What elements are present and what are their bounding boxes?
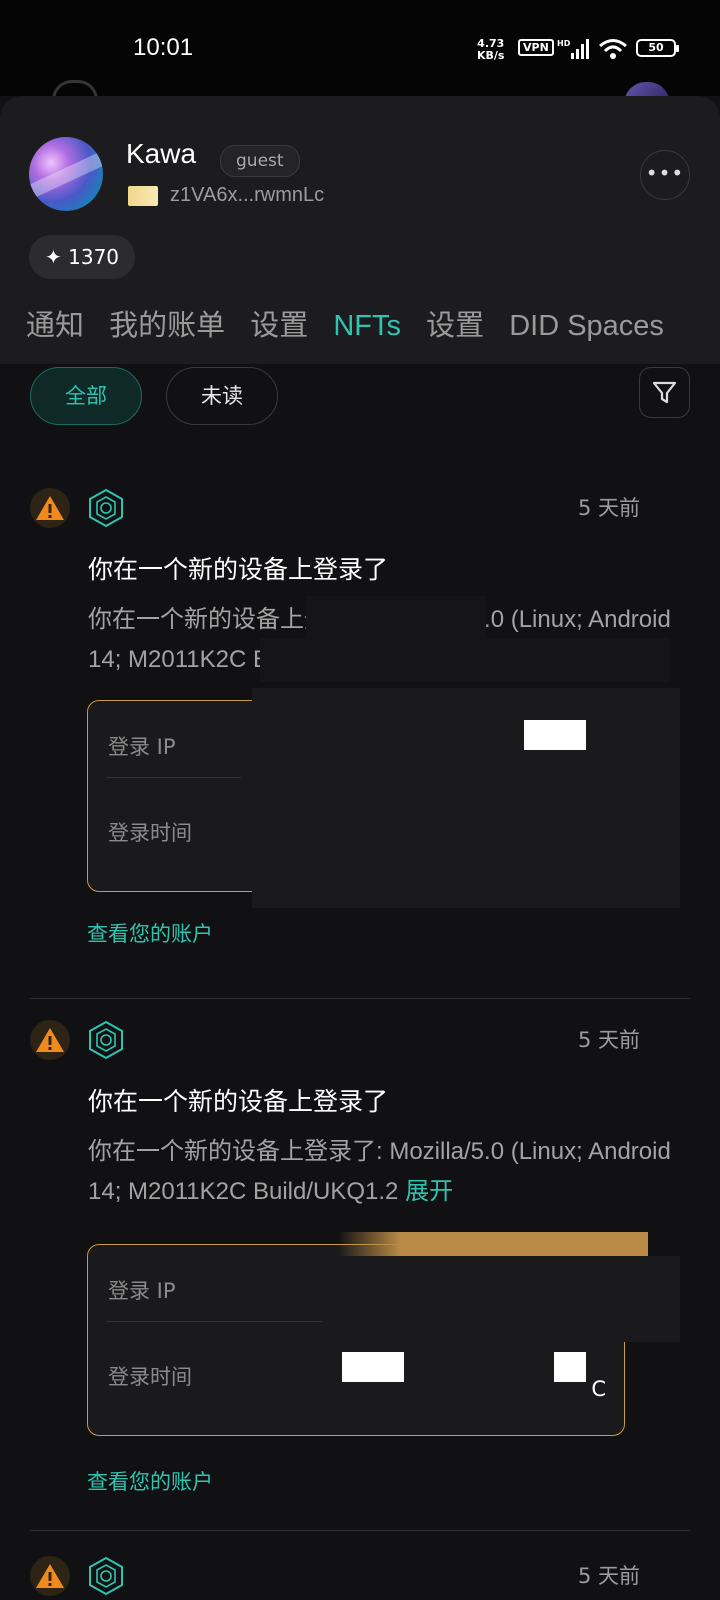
login-ip-label: 登录 IP — [108, 735, 176, 759]
app-logo-icon — [89, 1556, 123, 1596]
notification-title: 你在一个新的设备上登录了 — [88, 1087, 389, 1116]
notification-time: 5 天前 — [577, 1564, 640, 1588]
login-ip-label: 登录 IP — [108, 1279, 176, 1303]
view-account-link[interactable]: 查看您的账户 — [87, 918, 213, 948]
redaction-mask — [342, 1352, 404, 1382]
tab-nfts[interactable]: NFTs — [333, 310, 401, 343]
filter-unread-button[interactable]: 未读 — [166, 367, 278, 425]
login-time-label: 登录时间 — [108, 1365, 192, 1389]
status-bar: 10:01 4.73 KB/s VPN HD 50 — [0, 0, 720, 96]
divider — [30, 1530, 690, 1531]
notification-body: 你在一个新的设备上登录了: Mozilla/5.0 (Linux; Androi… — [88, 1132, 682, 1212]
sparkle-icon: ✦ — [45, 245, 62, 269]
battery-icon: 50 — [636, 39, 679, 57]
view-account-link[interactable]: 查看您的账户 — [87, 1466, 213, 1496]
points-badge[interactable]: ✦ 1370 — [29, 235, 136, 279]
warning-icon — [30, 1020, 70, 1060]
signal-icon: HD — [557, 39, 589, 59]
wifi-icon — [599, 39, 627, 59]
filter-all-button[interactable]: 全部 — [30, 367, 142, 425]
network-speed: 4.73 KB/s — [477, 38, 504, 62]
avatar[interactable] — [29, 137, 103, 211]
tab-did-spaces[interactable]: DID Spaces — [509, 310, 664, 343]
tab-bar: 通知 我的账单 设置 NFTs 设置 DID Spaces — [26, 302, 684, 344]
login-time-value: C — [591, 1377, 606, 1401]
network-speed-unit: KB/s — [477, 49, 505, 62]
app-logo-icon — [89, 488, 123, 528]
redaction-mask — [252, 688, 680, 908]
divider — [106, 777, 241, 778]
redaction-mask — [554, 1352, 586, 1382]
warning-icon — [30, 1556, 70, 1596]
redaction-mask — [322, 1256, 680, 1342]
svg-text:HD: HD — [557, 39, 571, 48]
tab-settings[interactable]: 设置 — [250, 302, 308, 344]
status-time: 10:01 — [133, 34, 194, 61]
notification-title: 你在一个新的设备上登录了 — [88, 555, 389, 584]
did-card-icon — [128, 186, 158, 206]
login-time-label: 登录时间 — [108, 821, 192, 845]
redaction-mask — [306, 596, 486, 640]
vpn-icon: VPN — [518, 39, 554, 56]
expand-link[interactable]: 展开 — [405, 1178, 453, 1205]
tab-notifications[interactable]: 通知 — [26, 302, 84, 344]
app-logo-icon — [89, 1020, 123, 1060]
notification-time: 5 天前 — [577, 1028, 640, 1052]
role-badge: guest — [220, 145, 300, 177]
redaction-mask — [524, 720, 586, 750]
tab-my-bills[interactable]: 我的账单 — [109, 302, 225, 344]
more-options-button[interactable]: ••• — [640, 150, 690, 200]
divider — [30, 998, 690, 999]
tab-settings-2[interactable]: 设置 — [426, 302, 484, 344]
user-name: Kawa — [126, 138, 197, 169]
points-value: 1370 — [68, 245, 120, 269]
redaction-mask — [260, 638, 670, 682]
notification-time: 5 天前 — [577, 496, 640, 520]
notification-body-text: 你在一个新的设备上登录了: Mozilla/5.0 (Linux; Androi… — [88, 1138, 671, 1205]
warning-icon — [30, 488, 70, 528]
did-address[interactable]: z1VA6x...rwmnLc — [170, 184, 324, 207]
divider — [106, 1321, 336, 1322]
filter-button[interactable] — [639, 367, 690, 418]
filter-icon — [652, 381, 677, 404]
